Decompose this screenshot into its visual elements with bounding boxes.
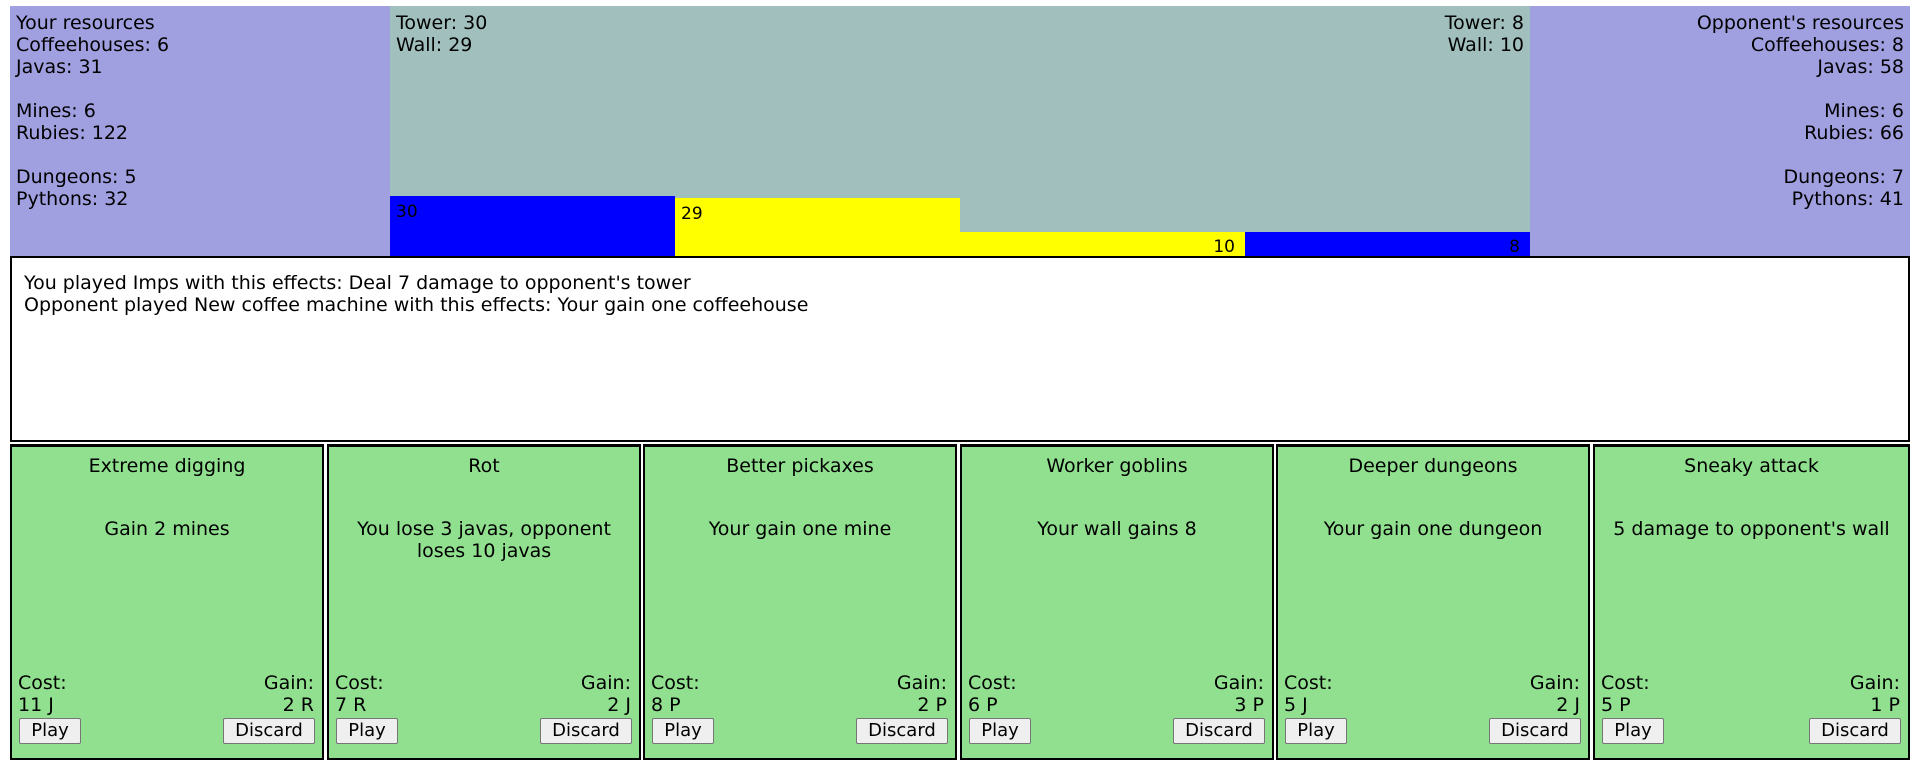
discard-button[interactable]: Discard — [540, 718, 632, 744]
card-description: You lose 3 javas, opponent loses 10 java… — [357, 518, 611, 562]
card: Deeper dungeons Your gain one dungeon Co… — [1276, 444, 1590, 760]
card-cost-value: 5 J — [1284, 694, 1308, 716]
player-mines: Mines: 6 — [16, 100, 96, 122]
card: Better pickaxes Your gain one mine Cost:… — [643, 444, 957, 760]
game-log: You played Imps with this effects: Deal … — [10, 256, 1910, 442]
card-cost-value: 8 P — [651, 694, 681, 716]
card-title: Better pickaxes — [726, 455, 874, 477]
log-line-player: You played Imps with this effects: Deal … — [24, 272, 691, 294]
battlefield: Tower: 30 Wall: 29 Tower: 8 Wall: 10 30 … — [390, 6, 1530, 257]
card-description: Your gain one mine — [708, 518, 892, 540]
opponent-wall-label: Wall: 10 — [1447, 34, 1524, 56]
discard-button[interactable]: Discard — [1173, 718, 1265, 744]
opponent-pythons: Pythons: 41 — [1791, 188, 1904, 210]
player-wall-bar: 29 — [675, 198, 960, 257]
discard-button[interactable]: Discard — [1489, 718, 1581, 744]
log-line-opponent: Opponent played New coffee machine with … — [24, 294, 809, 316]
opponent-wall-bar: 10 — [960, 232, 1245, 257]
opponent-tower-label: Tower: 8 — [1444, 12, 1524, 34]
card-gain-label: Gain: — [896, 672, 947, 694]
card-cost-label: Cost: — [1601, 672, 1650, 694]
card-cost-label: Cost: — [1284, 672, 1333, 694]
card: Sneaky attack 5 damage to opponent's wal… — [1593, 444, 1910, 760]
card-gain-value: 2 J — [1556, 694, 1580, 716]
discard-button[interactable]: Discard — [223, 718, 315, 744]
card-gain-label: Gain: — [1849, 672, 1900, 694]
player-tower-value: 30 — [396, 202, 418, 222]
play-button[interactable]: Play — [652, 718, 714, 744]
card-gain-label: Gain: — [263, 672, 314, 694]
card-title: Worker goblins — [1046, 455, 1188, 477]
card-cost-value: 6 P — [968, 694, 998, 716]
card-description: Your wall gains 8 — [1037, 518, 1197, 540]
card-gain-value: 2 J — [607, 694, 631, 716]
card: Extreme digging Gain 2 mines Cost: 11 J … — [10, 444, 324, 760]
opponent-tower-value: 8 — [1509, 237, 1520, 257]
card-cost-value: 7 R — [335, 694, 367, 716]
card-hand: Extreme digging Gain 2 mines Cost: 11 J … — [10, 444, 1910, 760]
player-tower-label: Tower: 30 — [396, 12, 488, 34]
card-gain-label: Gain: — [580, 672, 631, 694]
player-rubies: Rubies: 122 — [16, 122, 129, 144]
card-description: 5 damage to opponent's wall — [1613, 518, 1890, 540]
card-description: Gain 2 mines — [104, 518, 230, 540]
opponent-tower-bar: 8 — [1245, 232, 1530, 257]
card-gain-value: 1 P — [1870, 694, 1900, 716]
play-button[interactable]: Play — [19, 718, 81, 744]
opponent-javas: Javas: 58 — [1817, 56, 1904, 78]
card-cost-value: 5 P — [1601, 694, 1631, 716]
opponent-mines: Mines: 6 — [1824, 100, 1904, 122]
card-gain-label: Gain: — [1529, 672, 1580, 694]
card-cost-label: Cost: — [18, 672, 67, 694]
player-pythons: Pythons: 32 — [16, 188, 129, 210]
card-cost-label: Cost: — [335, 672, 384, 694]
card: Rot You lose 3 javas, opponent loses 10 … — [327, 444, 641, 760]
opponent-dungeons: Dungeons: 7 — [1783, 166, 1904, 188]
opponent-resources-heading: Opponent's resources — [1696, 12, 1904, 34]
game-board: Your resources Coffeehouses: 6 Javas: 31… — [10, 6, 1910, 257]
play-button[interactable]: Play — [969, 718, 1031, 744]
opponent-coffeehouses: Coffeehouses: 8 — [1750, 34, 1904, 56]
card-title: Sneaky attack — [1684, 455, 1819, 477]
card: Worker goblins Your wall gains 8 Cost: 6… — [960, 444, 1274, 760]
card-gain-value: 3 P — [1234, 694, 1264, 716]
discard-button[interactable]: Discard — [856, 718, 948, 744]
card-description: Your gain one dungeon — [1323, 518, 1543, 540]
player-resources-panel: Your resources Coffeehouses: 6 Javas: 31… — [10, 6, 390, 257]
opponent-wall-value: 10 — [1213, 237, 1235, 257]
card-title: Deeper dungeons — [1348, 455, 1518, 477]
player-dungeons: Dungeons: 5 — [16, 166, 137, 188]
card-cost-label: Cost: — [651, 672, 700, 694]
player-wall-label: Wall: 29 — [396, 34, 473, 56]
opponent-castle-stats: Tower: 8 Wall: 10 — [1445, 12, 1524, 56]
opponent-rubies: Rubies: 66 — [1804, 122, 1904, 144]
player-tower-bar: 30 — [390, 196, 675, 257]
card-cost-label: Cost: — [968, 672, 1017, 694]
play-button[interactable]: Play — [1285, 718, 1347, 744]
discard-button[interactable]: Discard — [1809, 718, 1901, 744]
card-cost-value: 11 J — [18, 694, 54, 716]
opponent-resources-panel: Opponent's resources Coffeehouses: 8 Jav… — [1530, 6, 1910, 257]
player-castle-stats: Tower: 30 Wall: 29 — [396, 12, 487, 56]
play-button[interactable]: Play — [336, 718, 398, 744]
player-javas: Javas: 31 — [16, 56, 103, 78]
play-button[interactable]: Play — [1602, 718, 1664, 744]
card-gain-value: 2 P — [917, 694, 947, 716]
card-title: Rot — [468, 455, 500, 477]
card-gain-label: Gain: — [1213, 672, 1264, 694]
player-wall-value: 29 — [681, 204, 703, 224]
player-resources-heading: Your resources — [16, 12, 155, 34]
player-coffeehouses: Coffeehouses: 6 — [16, 34, 170, 56]
card-title: Extreme digging — [88, 455, 246, 477]
card-gain-value: 2 R — [282, 694, 314, 716]
